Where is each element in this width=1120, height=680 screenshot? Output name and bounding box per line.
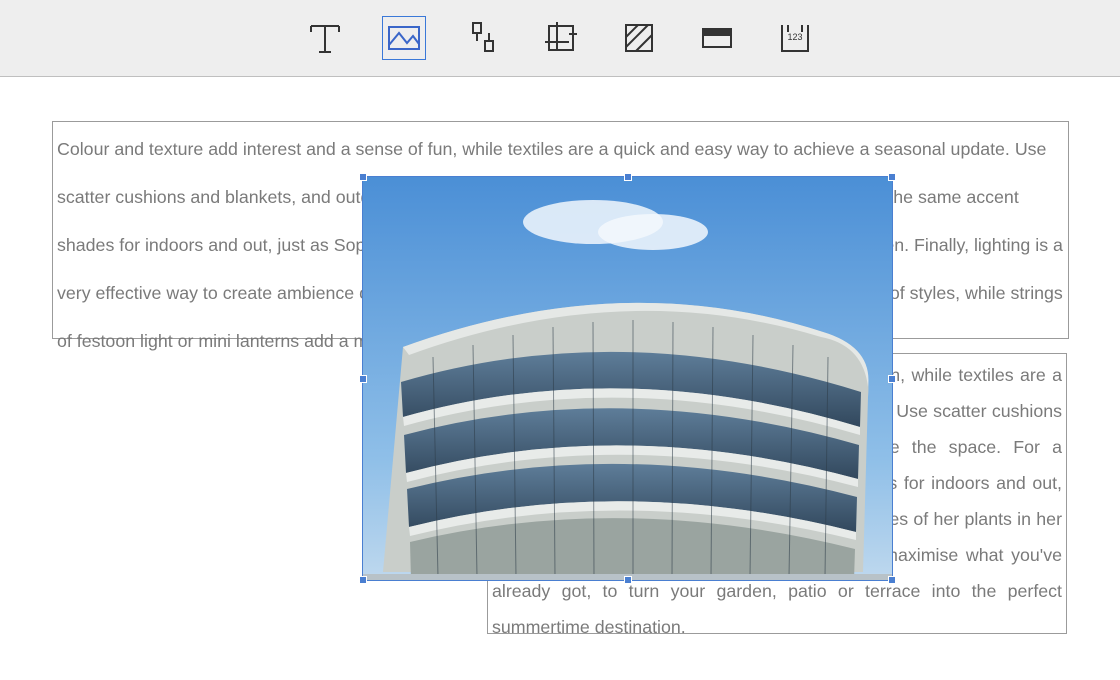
numbering-tool-button[interactable]: 123 [774, 17, 816, 59]
crop-tool-button[interactable] [540, 17, 582, 59]
anchor-tool-button[interactable] [462, 17, 504, 59]
hatch-tool-icon [621, 20, 657, 56]
text-tool-icon [307, 20, 343, 56]
numbering-tool-icon: 123 [777, 20, 813, 56]
document-canvas[interactable]: Colour and texture add interest and a se… [0, 77, 1120, 679]
building-photo-icon [363, 177, 892, 580]
image-tool-icon [386, 20, 422, 56]
svg-text:123: 123 [787, 32, 802, 42]
anchor-tool-icon [465, 20, 501, 56]
editor-toolbar: 123 [0, 0, 1120, 77]
crop-tool-icon [543, 20, 579, 56]
frame-tool-button[interactable] [696, 17, 738, 59]
hatch-tool-button[interactable] [618, 17, 660, 59]
image-content [363, 177, 892, 580]
resize-handle-e[interactable] [888, 375, 896, 383]
image-object[interactable] [363, 177, 892, 580]
resize-handle-nw[interactable] [359, 173, 367, 181]
image-tool-button[interactable] [382, 16, 426, 60]
resize-handle-w[interactable] [359, 375, 367, 383]
resize-handle-sw[interactable] [359, 576, 367, 584]
frame-tool-icon [699, 20, 735, 56]
text-tool-button[interactable] [304, 17, 346, 59]
resize-handle-se[interactable] [888, 576, 896, 584]
resize-handle-ne[interactable] [888, 173, 896, 181]
resize-handle-s[interactable] [624, 576, 632, 584]
resize-handle-n[interactable] [624, 173, 632, 181]
